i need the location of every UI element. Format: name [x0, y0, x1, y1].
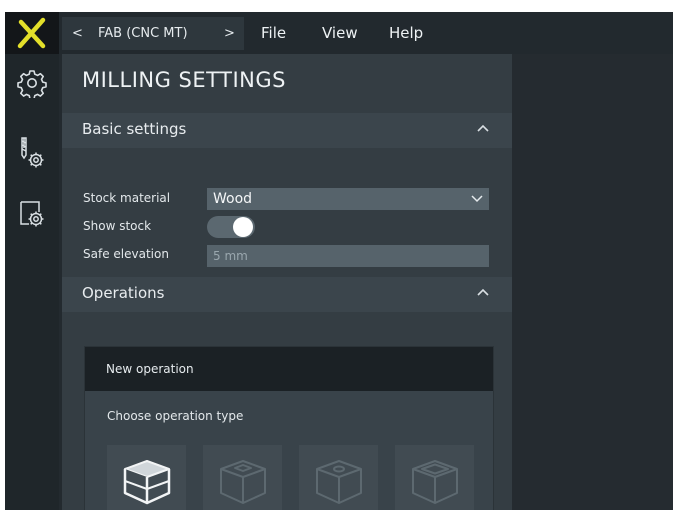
chevron-down-icon — [471, 195, 483, 203]
operation-type-drill[interactable] — [299, 445, 378, 510]
show-stock-label: Show stock — [83, 219, 152, 233]
breadcrumb-forward-button[interactable]: > — [224, 17, 235, 50]
top-bar: < FAB (CNC MT) > File View Help — [5, 12, 673, 54]
safe-elevation-input[interactable] — [207, 245, 489, 267]
menu-help[interactable]: Help — [389, 17, 423, 50]
operations-title: Operations — [82, 284, 165, 302]
stock-material-select[interactable]: Wood — [207, 188, 489, 210]
document-settings-icon — [20, 201, 44, 227]
operation-contour-icon — [411, 460, 458, 504]
stock-material-value: Wood — [213, 191, 253, 207]
menu-file[interactable]: File — [261, 17, 286, 50]
tool-settings-icon — [21, 137, 44, 168]
menu-view[interactable]: View — [322, 17, 358, 50]
toggle-knob — [233, 217, 253, 237]
chevron-up-icon — [477, 288, 489, 296]
rail-button-document-settings[interactable] — [5, 188, 59, 240]
app-window: < FAB (CNC MT) > File View Help MILLING … — [5, 12, 673, 510]
new-operation-title: New operation — [106, 362, 194, 376]
viewport-area[interactable] — [512, 54, 673, 510]
left-rail — [5, 54, 59, 510]
rail-button-tool-settings[interactable] — [5, 128, 59, 180]
basic-settings-header[interactable]: Basic settings — [62, 113, 512, 148]
breadcrumb-label[interactable]: FAB (CNC MT) — [98, 17, 188, 50]
operation-type-cube[interactable] — [107, 445, 186, 510]
new-operation-header: New operation — [85, 347, 493, 391]
chevron-up-icon — [477, 124, 489, 132]
basic-settings-title: Basic settings — [82, 120, 187, 138]
x-logo-icon — [17, 17, 46, 49]
breadcrumb: < FAB (CNC MT) > — [62, 17, 244, 50]
breadcrumb-back-button[interactable]: < — [72, 17, 83, 50]
operation-drill-icon — [315, 460, 362, 504]
panel-title: MILLING SETTINGS — [82, 68, 286, 92]
operation-type-contour[interactable] — [395, 445, 474, 510]
rail-button-settings[interactable] — [5, 57, 59, 109]
gear-icon — [17, 70, 47, 98]
new-operation-card: New operation Choose operation type — [84, 346, 494, 510]
operation-pocket-icon — [219, 460, 266, 504]
stock-material-label: Stock material — [83, 191, 171, 205]
safe-elevation-label: Safe elevation — [83, 247, 169, 261]
show-stock-toggle[interactable] — [207, 216, 255, 238]
milling-settings-panel: MILLING SETTINGS Basic settings Stock ma… — [62, 54, 512, 510]
choose-operation-label: Choose operation type — [107, 409, 244, 423]
operation-cube-icon — [123, 460, 170, 505]
operation-type-pocket[interactable] — [203, 445, 282, 510]
app-logo[interactable] — [5, 12, 59, 54]
operations-header[interactable]: Operations — [62, 277, 512, 312]
